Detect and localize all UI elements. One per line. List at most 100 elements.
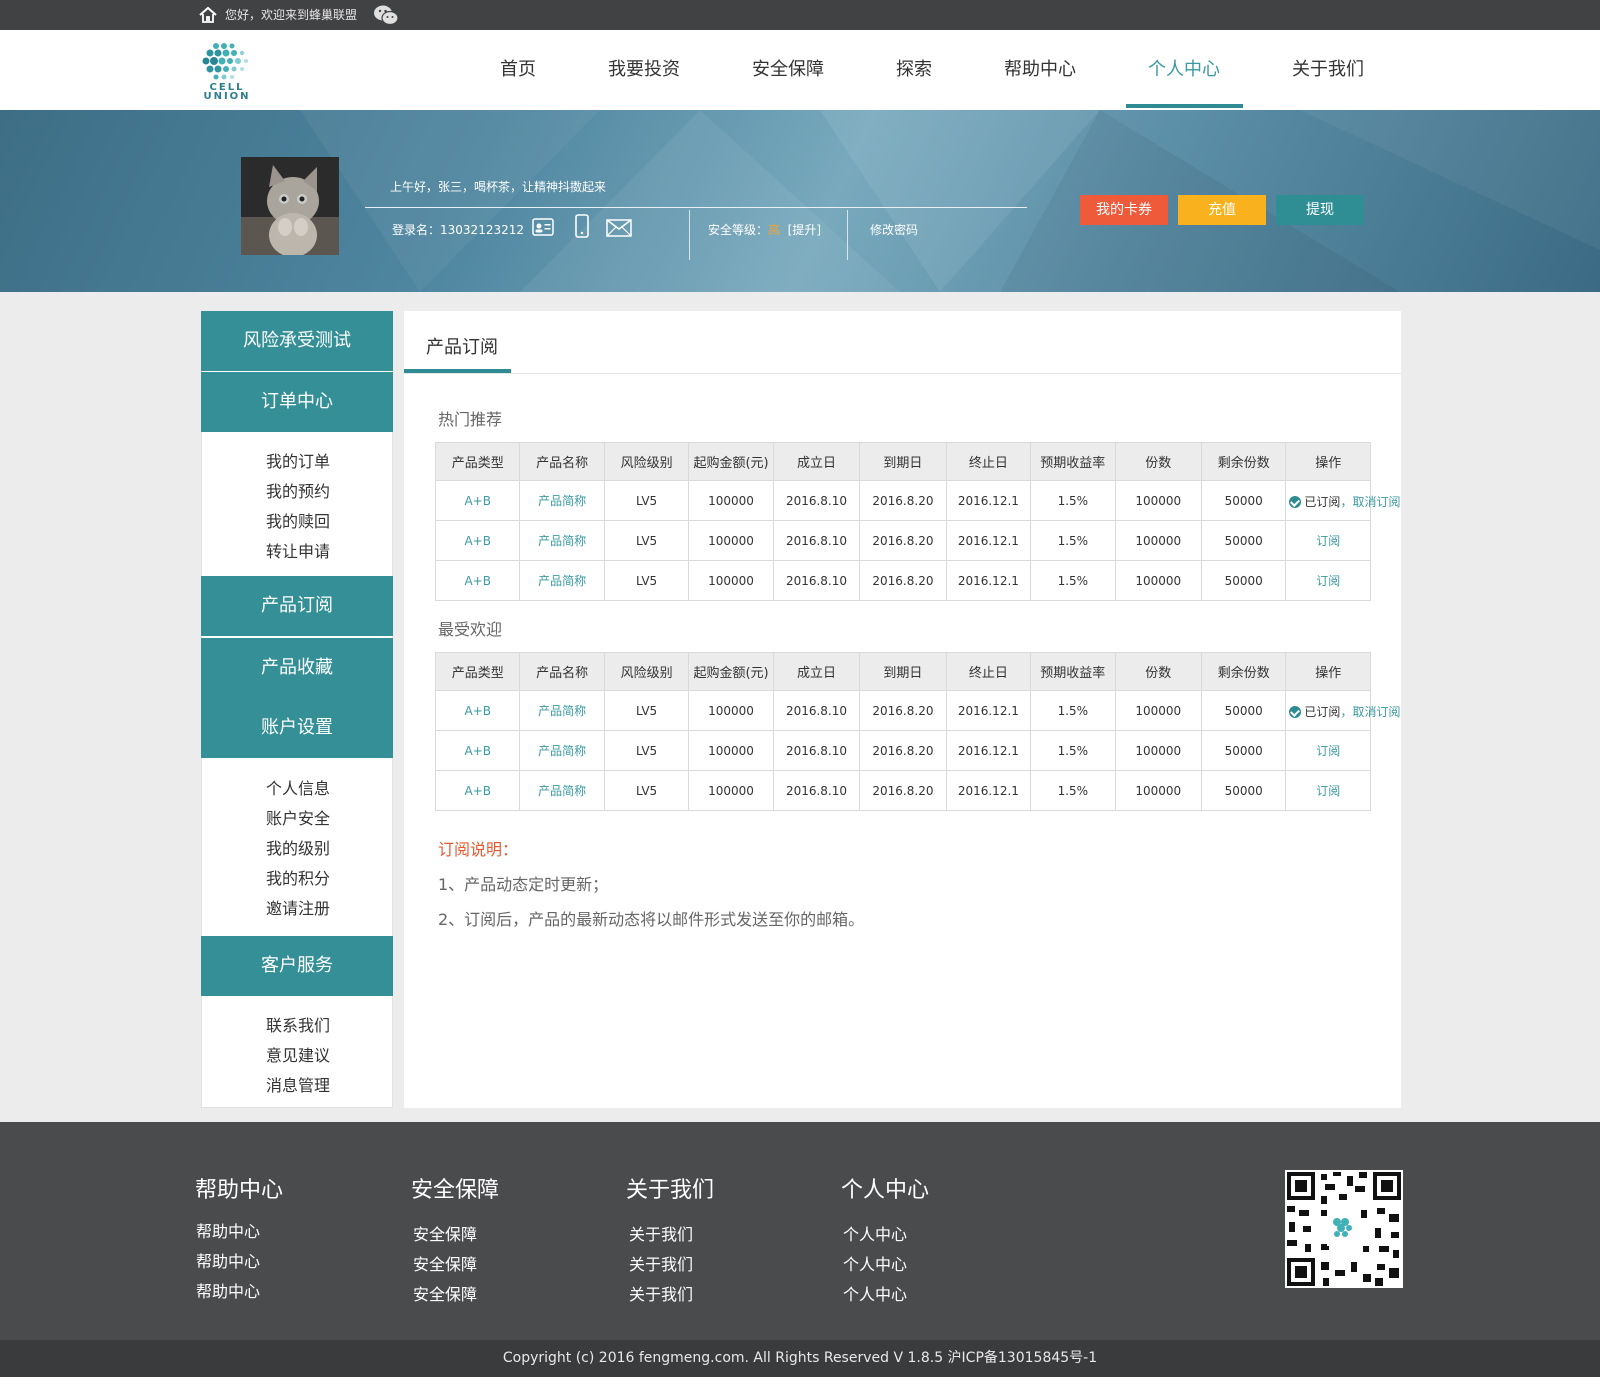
table-cell: 100000 <box>688 520 774 561</box>
column-header: 预期收益率 <box>1030 442 1116 481</box>
footer-link[interactable]: 帮助中心 <box>196 1248 260 1272</box>
product-name-link[interactable]: 产品简称 <box>519 770 605 811</box>
sidebar-customer-service[interactable]: 客户服务 <box>201 936 393 996</box>
content-tab-header: 产品订阅 <box>404 311 1401 374</box>
home-icon[interactable] <box>198 5 218 25</box>
nav-active-indicator <box>1126 104 1243 108</box>
subscribe-link[interactable]: 订阅 <box>1316 534 1340 548</box>
footer-link[interactable]: 个人中心 <box>843 1281 907 1305</box>
sidebar-item-my-orders[interactable]: 我的订单 <box>202 448 394 472</box>
my-coupons-button[interactable]: 我的卡券 <box>1080 195 1168 225</box>
id-card-icon[interactable] <box>532 218 554 236</box>
footer-link[interactable]: 帮助中心 <box>196 1278 260 1302</box>
nav-invest[interactable]: 我要投资 <box>604 30 684 110</box>
sidebar-item-account-security[interactable]: 账户安全 <box>202 805 394 829</box>
footer-link[interactable]: 安全保障 <box>413 1251 477 1275</box>
email-icon[interactable] <box>606 219 632 237</box>
product-name-link[interactable]: 产品简称 <box>519 520 605 561</box>
footer-link[interactable]: 个人中心 <box>843 1221 907 1245</box>
product-type-cell: A+B <box>434 770 521 811</box>
table-cell: 100000 <box>1114 520 1202 561</box>
table-cell: 100000 <box>688 690 774 731</box>
footer-link[interactable]: 帮助中心 <box>196 1218 260 1242</box>
table-cell: 2016.12.1 <box>945 560 1032 601</box>
withdraw-button[interactable]: 提现 <box>1276 195 1364 225</box>
tab-product-subscribe[interactable]: 产品订阅 <box>426 333 498 359</box>
sidebar-item-my-redemptions[interactable]: 我的赎回 <box>202 508 394 532</box>
nav-home[interactable]: 首页 <box>490 30 546 110</box>
nav-security[interactable]: 安全保障 <box>748 30 828 110</box>
footer-link[interactable]: 安全保障 <box>413 1281 477 1305</box>
check-circle-icon <box>1289 706 1302 718</box>
sidebar-item-feedback[interactable]: 意见建议 <box>202 1042 394 1066</box>
product-type-cell: A+B <box>434 730 521 771</box>
table-cell: 2016.8.10 <box>772 520 861 561</box>
table-cell: LV5 <box>603 770 690 811</box>
sidebar-item-invite-register[interactable]: 邀请注册 <box>202 895 394 919</box>
sidebar-item-message-management[interactable]: 消息管理 <box>202 1072 394 1096</box>
table-cell: 2016.8.10 <box>772 730 861 771</box>
nav-explore[interactable]: 探索 <box>890 30 938 110</box>
sidebar-item-personal-info[interactable]: 个人信息 <box>202 775 394 799</box>
table-cell: 100000 <box>1114 480 1202 521</box>
separator: ， <box>1340 495 1353 509</box>
table-row: A+B 产品简称 LV5 100000 2016.8.10 2016.8.20 2016.1… <box>434 770 1371 811</box>
footer-link[interactable]: 个人中心 <box>843 1251 907 1275</box>
sidebar-item-my-points[interactable]: 我的积分 <box>202 865 394 889</box>
footer-personal-center-title: 个人中心 <box>841 1178 930 1203</box>
sidebar-risk-test[interactable]: 风险承受测试 <box>201 311 393 371</box>
qr-code <box>1285 1170 1403 1288</box>
footer-link[interactable]: 关于我们 <box>629 1281 693 1305</box>
sidebar-item-transfer-requests[interactable]: 转让申请 <box>202 538 394 562</box>
product-name-link[interactable]: 产品简称 <box>519 480 605 521</box>
sidebar-account-settings[interactable]: 账户设置 <box>201 698 393 758</box>
table-cell: 2016.12.1 <box>945 480 1032 521</box>
upgrade-link[interactable]: [提升] <box>788 223 821 237</box>
footer-link[interactable]: 安全保障 <box>413 1221 477 1245</box>
nav-personal-center[interactable]: 个人中心 <box>1144 30 1224 110</box>
wechat-icon[interactable] <box>373 4 399 26</box>
column-header: 份数 <box>1114 652 1202 691</box>
table-row: A+B 产品简称 LV5 100000 2016.8.10 2016.8.20 2016.1… <box>434 480 1400 521</box>
subscribe-link[interactable]: 订阅 <box>1316 744 1340 758</box>
product-name-link[interactable]: 产品简称 <box>519 690 605 731</box>
table-cell: 1.5% <box>1030 480 1116 521</box>
column-header: 剩余份数 <box>1200 442 1287 481</box>
sidebar-product-subscribe[interactable]: 产品订阅 <box>201 576 393 636</box>
subscribe-link[interactable]: 订阅 <box>1316 574 1340 588</box>
sidebar-product-favorites[interactable]: 产品收藏 <box>201 638 393 698</box>
subscribe-link[interactable]: 订阅 <box>1316 784 1340 798</box>
table-cell: 1.5% <box>1030 520 1116 561</box>
cancel-subscription-link[interactable]: 取消订阅 <box>1352 705 1400 719</box>
subscription-note-title: 订阅说明： <box>438 840 519 859</box>
product-type-cell: A+B <box>434 560 521 601</box>
column-header: 终止日 <box>945 442 1032 481</box>
sidebar-order-center[interactable]: 订单中心 <box>201 372 393 432</box>
avatar[interactable] <box>241 157 339 255</box>
footer-about-us-title: 关于我们 <box>626 1178 715 1203</box>
nav-help-center[interactable]: 帮助中心 <box>1000 30 1080 110</box>
footer-link[interactable]: 关于我们 <box>629 1221 693 1245</box>
product-name-link[interactable]: 产品简称 <box>519 730 605 771</box>
product-name-link[interactable]: 产品简称 <box>519 560 605 601</box>
table-cell: 2016.8.20 <box>859 690 947 731</box>
sidebar-item-my-reservations[interactable]: 我的预约 <box>202 478 394 502</box>
change-password-link[interactable]: 修改密码 <box>870 221 918 238</box>
table-header-row: 产品类型 产品名称 风险级别 起购金额(元) 成立日 到期日 终止日 预期收益率 份数 剩余份数操… <box>434 652 1371 691</box>
sidebar-item-my-level[interactable]: 我的级别 <box>202 835 394 859</box>
copyright-bar: Copyright (c) 2016 fengmeng.com. All Rig… <box>0 1340 1600 1377</box>
check-circle-icon <box>1289 496 1302 508</box>
cell-union-logo[interactable]: CELL UNION <box>196 40 258 100</box>
cancel-subscription-link[interactable]: 取消订阅 <box>1352 495 1400 509</box>
security-level-row: 安全等级：高 [提升] <box>708 221 821 238</box>
footer-link[interactable]: 关于我们 <box>629 1251 693 1275</box>
sidebar-item-contact-us[interactable]: 联系我们 <box>202 1012 394 1036</box>
column-header: 产品名称 <box>519 652 605 691</box>
top-utility-bar: 您好，欢迎来到蜂巢联盟 <box>0 0 1600 30</box>
logo-text-union: UNION <box>203 91 250 100</box>
nav-about-us[interactable]: 关于我们 <box>1288 30 1368 110</box>
table-cell: 100000 <box>688 560 774 601</box>
recharge-button[interactable]: 充值 <box>1178 195 1266 225</box>
table-cell: 2016.12.1 <box>945 520 1032 561</box>
mobile-phone-icon[interactable] <box>575 214 589 238</box>
